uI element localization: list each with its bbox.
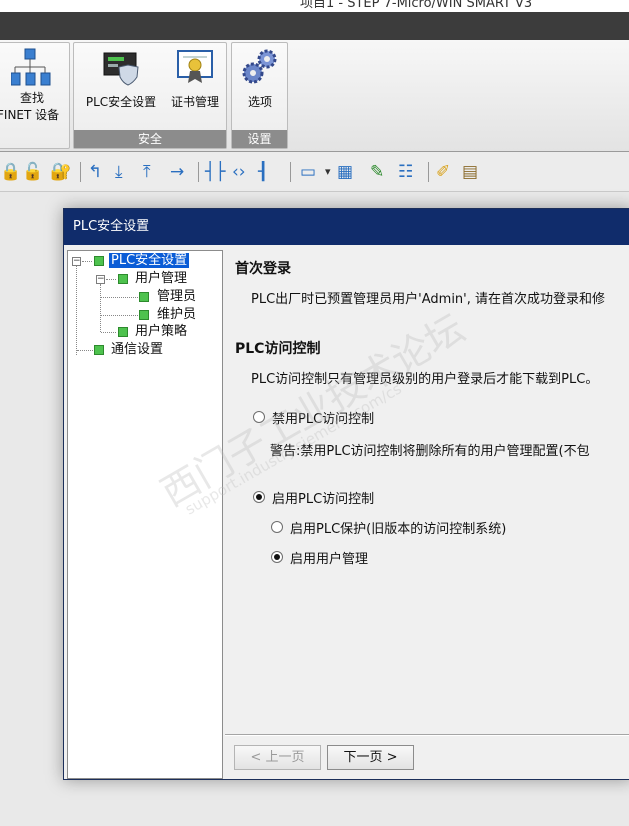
options-label: 选项 [247,95,272,109]
navigation-tree: − PLC安全设置 − 用户管理 管理员 维护员 用户策略 通信设置 [67,250,223,779]
label-icon[interactable]: ☷ [398,162,413,182]
contact-icon[interactable]: ┤├ [205,162,225,182]
tree-label: PLC安全设置 [109,253,190,268]
find-profinet-button[interactable]: 查找 FINET 设备 [0,47,67,123]
ribbon-group-security: PLC安全设置 证书管理 安全 [73,42,227,149]
find-label-line1: 查找 [19,91,44,105]
certificate-button[interactable]: 证书管理 [166,47,224,110]
access-control-text: PLC访问控制只有管理员级别的用户登录后才能下载到PLC。 [251,372,599,387]
tree-connector [82,261,92,262]
disable-warning-text: 警告:禁用PLC访问控制将删除所有的用户管理配置(不包 [270,444,590,459]
next-page-button[interactable]: 下一页 > [327,745,414,770]
tree-connector [101,315,138,316]
line-right-icon[interactable]: → [170,162,184,182]
box-icon[interactable]: ┨ [258,162,268,182]
plc-security-label: PLC安全设置 [85,95,157,109]
toolbar-separator [80,162,81,182]
access-control-heading: PLC访问控制 [235,341,321,357]
ribbon-group-network: 查找 FINET 设备 [0,42,70,149]
tree-item-user-policy[interactable]: 用户策略 [135,324,187,340]
find-label-line2: FINET 设备 [0,108,60,122]
options-button[interactable]: 选项 [234,47,286,110]
legacy-protection-radio[interactable] [271,521,283,533]
bookmark-icon[interactable]: ✐ [436,162,450,182]
tree-connector [101,297,138,298]
certificate-icon [174,47,216,87]
coil-icon[interactable]: ‹› [232,162,246,182]
dropdown-arrow-icon[interactable]: ▾ [325,162,331,182]
dialog-title: PLC安全设置 [64,209,629,245]
comment-icon[interactable]: ▭ [300,162,316,182]
toolbar-separator [198,162,199,182]
tree-connector [77,350,93,351]
tree-check-icon [94,345,104,355]
tree-connector [101,332,116,333]
tree-check-icon [139,292,149,302]
tree-item-maintainer[interactable]: 维护员 [157,307,196,323]
toolbar-separator [428,162,429,182]
disable-access-label[interactable]: 禁用PLC访问控制 [272,408,374,427]
tree-check-icon [118,274,128,284]
tree-check-icon [139,310,149,320]
unlock-icon[interactable]: 🔓 [22,162,43,182]
prev-page-button[interactable]: < 上一页 [234,745,321,770]
ribbon: 查找 FINET 设备 PLC安全设置 证书管理 安全 选项 设置 [0,40,629,152]
table-icon[interactable]: ▦ [337,162,353,182]
tree-item-user-mgmt[interactable]: 用户管理 [135,271,187,287]
network-tree-icon [10,47,53,87]
plc-shield-icon [100,47,142,87]
branch-icon[interactable]: ↰ [88,162,102,182]
tree-item-comm-settings[interactable]: 通信设置 [111,342,163,358]
tree-connector [76,266,77,355]
collapse-root-icon[interactable]: − [72,257,81,266]
tree-item-plc-security[interactable]: PLC安全设置 [109,253,190,269]
user-mgmt-label[interactable]: 启用用户管理 [290,548,368,567]
first-login-heading: 首次登录 [235,261,291,277]
tree-item-admin[interactable]: 管理员 [157,289,196,305]
insert-down-icon[interactable]: ⤓ [115,162,123,182]
tree-check-icon [118,327,128,337]
toolbar-separator [290,162,291,182]
tree-connector [100,284,101,332]
lock-icon[interactable]: 🔒 [0,162,21,182]
cert-label: 证书管理 [170,95,219,109]
tree-connector [106,279,116,280]
window-title: 项目1 - STEP 7-Micro/WIN SMART V3 [300,0,533,11]
window-dark-strip [0,12,629,40]
properties-icon[interactable]: ▤ [462,162,478,182]
tree-check-icon [94,256,104,266]
legacy-protection-label[interactable]: 启用PLC保护(旧版本的访问控制系统) [290,518,506,537]
disable-access-radio[interactable] [253,411,265,423]
gears-icon [239,47,281,87]
first-login-text: PLC出厂时已预置管理员用户'Admin', 请在首次成功登录和修 [251,292,606,307]
collapse-user-icon[interactable]: − [96,275,105,284]
edit-icon[interactable]: ✎ [370,162,384,182]
insert-up-icon[interactable]: ⤒ [143,162,151,182]
dialog-content: 首次登录 PLC出厂时已预置管理员用户'Admin', 请在首次成功登录和修 P… [225,250,629,779]
ladder-toolbar: 🔒 🔓 🔐 ↰ ⤓ ⤒ → ┤├ ‹› ┨ ▭ ▾ ▦ ✎ ☷ ✐ ▤ [0,152,629,192]
plc-security-dialog: PLC安全设置 − PLC安全设置 − 用户管理 管理员 维护员 用户策略 通信… [63,208,629,780]
enable-access-label[interactable]: 启用PLC访问控制 [272,488,374,507]
plc-security-button[interactable]: PLC安全设置 [78,47,164,110]
lock-add-icon[interactable]: 🔐 [50,162,71,182]
content-divider [225,734,629,736]
group-security-label: 安全 [74,130,226,148]
group-settings-label: 设置 [232,130,287,148]
enable-access-radio[interactable] [253,491,265,503]
ribbon-group-settings: 选项 设置 [231,42,288,149]
user-mgmt-radio[interactable] [271,551,283,563]
